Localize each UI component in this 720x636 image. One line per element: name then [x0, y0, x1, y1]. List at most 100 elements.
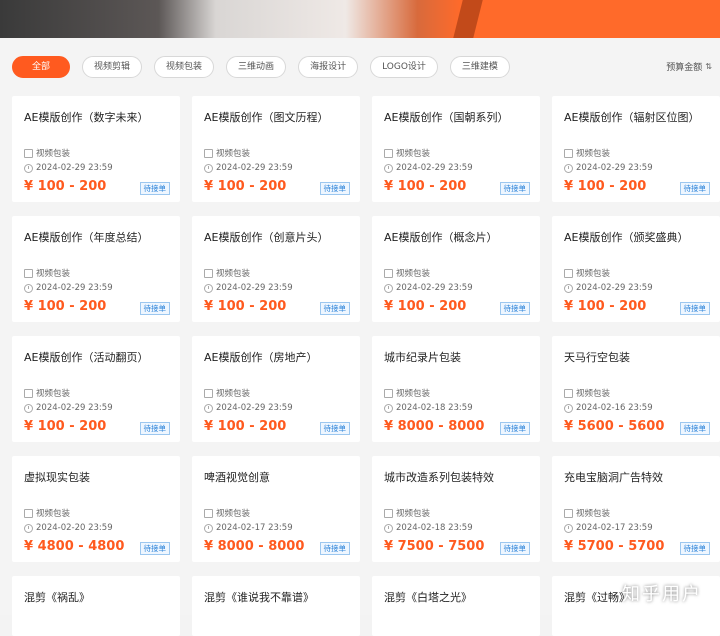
task-title: 混剪《祸乱》: [24, 591, 90, 604]
task-card[interactable]: 天马行空包装 视频包装 2024-02-16 23:59 ¥ 5600 - 5600 待…: [552, 336, 720, 442]
task-card[interactable]: AE模版创作（辐射区位图） 视频包装 2024-02-29 23:59 ¥ 100 -…: [552, 96, 720, 202]
task-card[interactable]: AE模版创作（概念片） 视频包装 2024-02-29 23:59 ¥ 100 - 2…: [372, 216, 540, 322]
clock-icon: [564, 403, 573, 413]
status-badge: 待接单: [499, 542, 530, 555]
status-badge: 待接单: [319, 422, 350, 435]
task-category: 视频包装: [24, 147, 70, 159]
category-label: 视频包装: [36, 149, 71, 159]
filter-chip[interactable]: 海报设计: [298, 56, 359, 78]
filter-chip[interactable]: LOGO设计: [370, 56, 438, 78]
task-card[interactable]: AE模版创作（颁奖盛典） 视频包装 2024-02-29 23:59 ¥ 100 - …: [552, 216, 720, 322]
task-card[interactable]: 啤酒视觉创意 视频包装 2024-02-17 23:59 ¥ 8000 - 8000 待…: [192, 456, 360, 562]
task-card[interactable]: AE模版创作（数字未来） 视频包装 2024-02-29 23:59 ¥ 100 - …: [12, 96, 180, 202]
clock-icon: [24, 403, 33, 413]
task-card[interactable]: AE模版创作（创意片头） 视频包装 2024-02-29 23:59 ¥ 100 - …: [192, 216, 360, 322]
filter-chip[interactable]: 视频包装: [154, 56, 215, 78]
category-label: 视频包装: [36, 269, 71, 279]
deadline-label: 2024-02-29 23:59: [576, 163, 653, 173]
task-budget: ¥ 100 - 200: [24, 419, 107, 434]
task-deadline: 2024-02-29 23:59: [204, 403, 293, 413]
task-category: 视频包装: [564, 387, 610, 399]
task-budget: ¥ 100 - 200: [384, 299, 467, 314]
category-icon: [24, 268, 33, 278]
status-badge: 待接单: [499, 302, 530, 315]
filter-chip[interactable]: 三维动画: [226, 56, 287, 78]
status-badge: 待接单: [679, 302, 710, 315]
category-icon: [384, 388, 393, 398]
task-budget: ¥ 100 - 200: [564, 299, 647, 314]
deadline-label: 2024-02-18 23:59: [396, 523, 473, 533]
status-badge: 待接单: [139, 422, 170, 435]
filter-chip[interactable]: 三维建模: [449, 56, 510, 78]
task-deadline: 2024-02-29 23:59: [204, 283, 293, 293]
clock-icon: [24, 523, 33, 533]
task-category: 视频包装: [564, 147, 610, 159]
deadline-label: 2024-02-29 23:59: [216, 163, 293, 173]
task-category: 视频包装: [384, 147, 430, 159]
task-card[interactable]: 虚拟现实包装 视频包装 2024-02-20 23:59 ¥ 4800 - 4800 待…: [12, 456, 180, 562]
category-label: 视频包装: [576, 389, 611, 399]
task-title: AE模版创作（图文历程）: [204, 111, 329, 124]
task-card[interactable]: 混剪《谁说我不靠谱》: [192, 576, 360, 636]
category-icon: [564, 148, 573, 158]
task-category: 视频包装: [204, 507, 250, 519]
status-badge: 待接单: [679, 542, 710, 555]
deadline-label: 2024-02-29 23:59: [36, 163, 113, 173]
task-budget: ¥ 100 - 200: [204, 179, 287, 194]
task-category: 视频包装: [384, 507, 430, 519]
task-budget: ¥ 8000 - 8000: [204, 539, 305, 554]
task-card[interactable]: AE模版创作（年度总结） 视频包装 2024-02-29 23:59 ¥ 100 - …: [12, 216, 180, 322]
task-category: 视频包装: [384, 387, 430, 399]
status-badge: 待接单: [319, 302, 350, 315]
task-card[interactable]: 城市纪录片包装 视频包装 2024-02-18 23:59 ¥ 8000 - 8000…: [372, 336, 540, 442]
category-icon: [384, 268, 393, 278]
clock-icon: [24, 283, 33, 293]
task-card[interactable]: 城市改造系列包装特效 视频包装 2024-02-18 23:59 ¥ 7500 - 7…: [372, 456, 540, 562]
clock-icon: [204, 403, 213, 413]
watermark: 知乎用户: [622, 584, 702, 605]
task-card[interactable]: AE模版创作（图文历程） 视频包装 2024-02-29 23:59 ¥ 100 - …: [192, 96, 360, 202]
status-badge: 待接单: [319, 182, 350, 195]
category-icon: [384, 148, 393, 158]
status-badge: 待接单: [139, 542, 170, 555]
task-deadline: 2024-02-29 23:59: [564, 163, 653, 173]
task-title: 城市改造系列包装特效: [384, 471, 494, 484]
category-label: 视频包装: [216, 509, 251, 519]
category-label: 视频包装: [576, 269, 611, 279]
category-label: 视频包装: [576, 509, 611, 519]
task-budget: ¥ 100 - 200: [204, 299, 287, 314]
sort-by-budget[interactable]: 预算金额 ⇅: [666, 60, 712, 73]
task-category: 视频包装: [384, 267, 430, 279]
category-icon: [204, 148, 213, 158]
task-title: 混剪《谁说我不靠谱》: [204, 591, 314, 604]
clock-icon: [204, 523, 213, 533]
category-icon: [24, 508, 33, 518]
clock-icon: [564, 523, 573, 533]
filter-chip[interactable]: 全部: [12, 56, 71, 78]
task-deadline: 2024-02-29 23:59: [204, 163, 293, 173]
category-icon: [564, 508, 573, 518]
task-card[interactable]: AE模版创作（国朝系列） 视频包装 2024-02-29 23:59 ¥ 100 - …: [372, 96, 540, 202]
task-deadline: 2024-02-17 23:59: [204, 523, 293, 533]
task-card[interactable]: AE模版创作（房地产） 视频包装 2024-02-29 23:59 ¥ 100 - 2…: [192, 336, 360, 442]
status-badge: 待接单: [139, 182, 170, 195]
clock-icon: [24, 163, 33, 173]
task-title: AE模版创作（数字未来）: [24, 111, 149, 124]
task-card[interactable]: 混剪《白塔之光》: [372, 576, 540, 636]
category-icon: [564, 268, 573, 278]
task-card[interactable]: AE模版创作（活动翻页） 视频包装 2024-02-29 23:59 ¥ 100 - …: [12, 336, 180, 442]
clock-icon: [384, 163, 393, 173]
clock-icon: [384, 283, 393, 293]
category-icon: [384, 508, 393, 518]
task-card[interactable]: 混剪《祸乱》: [12, 576, 180, 636]
task-deadline: 2024-02-29 23:59: [564, 283, 653, 293]
filter-chip[interactable]: 视频剪辑: [82, 56, 143, 78]
category-label: 视频包装: [216, 149, 251, 159]
task-card[interactable]: 充电宝脑洞广告特效 视频包装 2024-02-17 23:59 ¥ 5700 - 57…: [552, 456, 720, 562]
category-icon: [564, 388, 573, 398]
deadline-label: 2024-02-20 23:59: [36, 523, 113, 533]
category-label: 视频包装: [36, 509, 71, 519]
task-category: 视频包装: [564, 267, 610, 279]
category-label: 视频包装: [396, 509, 431, 519]
category-label: 视频包装: [576, 149, 611, 159]
